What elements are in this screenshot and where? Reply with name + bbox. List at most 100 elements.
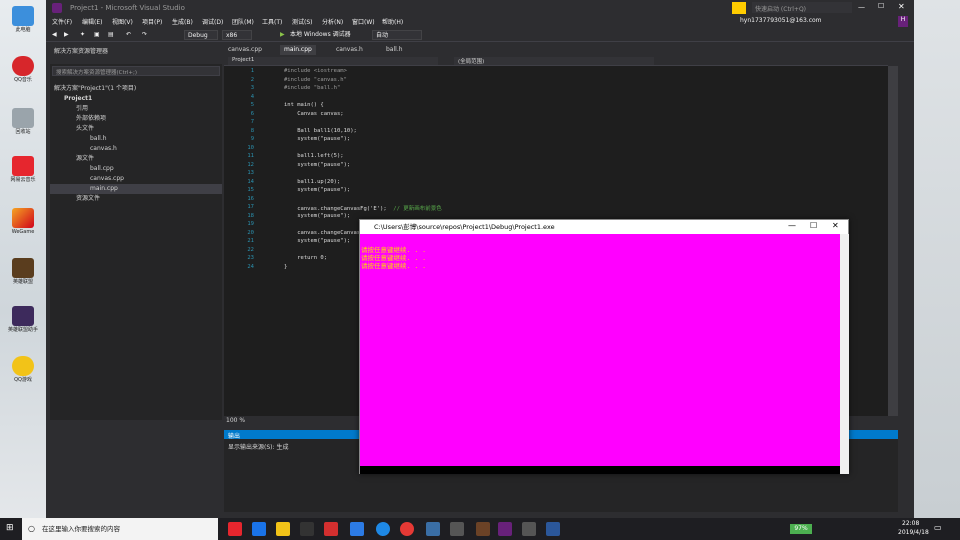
run-debugger-button[interactable]: 本地 Windows 调试器 [290, 30, 351, 40]
console-minimize-button[interactable]: — [788, 221, 796, 230]
menu-build[interactable]: 生成(B) [172, 17, 193, 26]
forward-icon[interactable]: ▶ [64, 30, 69, 40]
tree-item-resource-files[interactable]: 资源文件 [76, 194, 100, 204]
output-source-select[interactable]: 生成 [276, 444, 288, 451]
code-line[interactable]: system("pause"); [284, 213, 350, 219]
console-window[interactable]: C:\Users\彭博\source\repos\Project1\Debug\… [359, 219, 849, 474]
desktop-icon[interactable]: QQ游戏 [3, 356, 43, 383]
tree-item-canvas-cpp[interactable]: canvas.cpp [90, 174, 124, 184]
back-icon[interactable]: ◀ [52, 30, 57, 40]
code-line[interactable]: #include "canvas.h" [284, 77, 347, 83]
zoom-level[interactable]: 100 % [226, 417, 245, 424]
battery-indicator[interactable]: 97% [790, 524, 812, 534]
code-line[interactable]: #include "ball.h" [284, 85, 340, 91]
code-line[interactable]: canvas.changeCanvasBg [284, 230, 367, 236]
quick-launch-input[interactable]: 快速启动 (Ctrl+Q) [752, 2, 852, 13]
desktop-icon[interactable]: QQ音乐 [3, 56, 43, 83]
menu-file[interactable]: 文件(F) [52, 17, 72, 26]
minimize-button[interactable]: — [858, 3, 865, 11]
edge-icon[interactable] [252, 522, 266, 536]
maximize-button[interactable]: ☐ [878, 2, 884, 10]
tab-ball-h[interactable]: ball.h [382, 45, 407, 55]
menu-tools[interactable]: 工具(T) [262, 17, 282, 26]
tree-item-canvas-h[interactable]: canvas.h [90, 144, 117, 154]
tab-canvas-cpp[interactable]: canvas.cpp [224, 45, 266, 55]
code-line[interactable]: system("pause"); [284, 238, 350, 244]
desktop-icon[interactable]: WeGame [3, 208, 43, 235]
member-select[interactable]: (全局范围) [454, 57, 654, 65]
netease-music-icon[interactable] [228, 522, 242, 536]
menu-debug[interactable]: 调试(D) [202, 17, 223, 26]
menu-view[interactable]: 视图(V) [112, 17, 133, 26]
code-line[interactable]: system("pause"); [284, 187, 350, 193]
console-close-button[interactable]: ✕ [832, 221, 839, 230]
taskbar-search-input[interactable]: 在这里输入你要搜索的内容 [22, 518, 218, 540]
tree-item-ball-h[interactable]: ball.h [90, 134, 107, 144]
notification-icon[interactable]: ▭ [934, 523, 942, 532]
tab-main-cpp[interactable]: main.cpp [280, 45, 316, 55]
code-line[interactable]: Ball ball1(10,10); [284, 128, 357, 134]
app-icon[interactable] [350, 522, 364, 536]
store-icon[interactable] [300, 522, 314, 536]
menu-test[interactable]: 测试(S) [292, 17, 313, 26]
tree-item-external-deps[interactable]: 外部依赖项 [76, 114, 106, 124]
notification-flag-icon[interactable] [732, 2, 746, 14]
app-icon[interactable] [324, 522, 338, 536]
desktop-icon[interactable]: 英雄联盟 [3, 258, 43, 285]
open-icon[interactable]: ▣ [94, 30, 100, 40]
new-project-icon[interactable]: ✦ [80, 30, 85, 40]
close-button[interactable]: ✕ [898, 2, 905, 11]
solution-search-input[interactable]: 搜索解决方案资源管理器(Ctrl+;) [52, 66, 220, 76]
tree-item-references[interactable]: 引用 [76, 104, 88, 114]
visual-studio-taskbar-icon[interactable] [498, 522, 512, 536]
tree-item-main-cpp[interactable]: main.cpp [50, 184, 222, 194]
app-icon[interactable] [476, 522, 490, 536]
console-taskbar-icon[interactable] [522, 522, 536, 536]
app-icon[interactable] [426, 522, 440, 536]
avatar[interactable]: H [898, 16, 908, 27]
scope-select[interactable]: Project1 [228, 57, 438, 65]
start-icon[interactable]: ⊞ [6, 523, 14, 533]
config-select[interactable]: Debug [184, 30, 218, 40]
app-icon[interactable] [376, 522, 390, 536]
app-icon[interactable] [400, 522, 414, 536]
app-icon[interactable] [450, 522, 464, 536]
undo-icon[interactable]: ↶ [126, 30, 131, 40]
code-line[interactable]: system("pause"); [284, 162, 350, 168]
redo-icon[interactable]: ↷ [142, 30, 147, 40]
account-label[interactable]: hyn1737793051@163.com [740, 17, 822, 24]
platform-select[interactable]: x86 [222, 30, 252, 40]
play-icon[interactable]: ▶ [280, 30, 285, 40]
menu-window[interactable]: 窗口(W) [352, 17, 375, 26]
menu-analyze[interactable]: 分析(N) [322, 17, 343, 26]
console-scrollbar[interactable] [840, 234, 849, 474]
tab-canvas-h[interactable]: canvas.h [332, 45, 367, 55]
desktop-icon[interactable]: 此电脑 [3, 6, 43, 33]
clock-date[interactable]: 2019/4/18 [898, 529, 929, 536]
desktop-icon[interactable]: 英雄联盟助手 [3, 306, 43, 333]
tree-item-solution[interactable]: 解决方案"Project1"(1 个项目) [54, 84, 136, 94]
tree-item-source-files[interactable]: 源文件 [76, 154, 94, 164]
code-line[interactable]: ball1.up(20); [284, 179, 340, 185]
clock-time[interactable]: 22:08 [902, 520, 919, 527]
menu-project[interactable]: 项目(P) [142, 17, 162, 26]
code-line[interactable]: system("pause"); [284, 136, 350, 142]
code-line[interactable]: return 0; [284, 255, 327, 261]
save-icon[interactable]: ▤ [108, 30, 114, 40]
explorer-icon[interactable] [276, 522, 290, 536]
tree-item-project[interactable]: Project1 [64, 94, 92, 104]
editor-scrollbar[interactable] [888, 66, 898, 416]
code-line[interactable]: Canvas canvas; [284, 111, 343, 117]
code-line[interactable]: canvas.changeCanvasFg('E'); // 更新画布前景色 [284, 204, 441, 212]
code-line[interactable]: } [284, 264, 287, 270]
desktop-icon[interactable]: 网易云音乐 [3, 156, 43, 183]
mode-select[interactable]: 自动 [372, 30, 422, 40]
code-line[interactable]: #include <iostream> [284, 68, 347, 74]
tree-item-ball-cpp[interactable]: ball.cpp [90, 164, 114, 174]
code-line[interactable]: int main() { [284, 102, 324, 108]
tree-item-header-files[interactable]: 头文件 [76, 124, 94, 134]
menu-team[interactable]: 团队(M) [232, 17, 254, 26]
word-icon[interactable] [546, 522, 560, 536]
menu-edit[interactable]: 编辑(E) [82, 17, 102, 26]
desktop-icon[interactable]: 回收站 [3, 108, 43, 135]
